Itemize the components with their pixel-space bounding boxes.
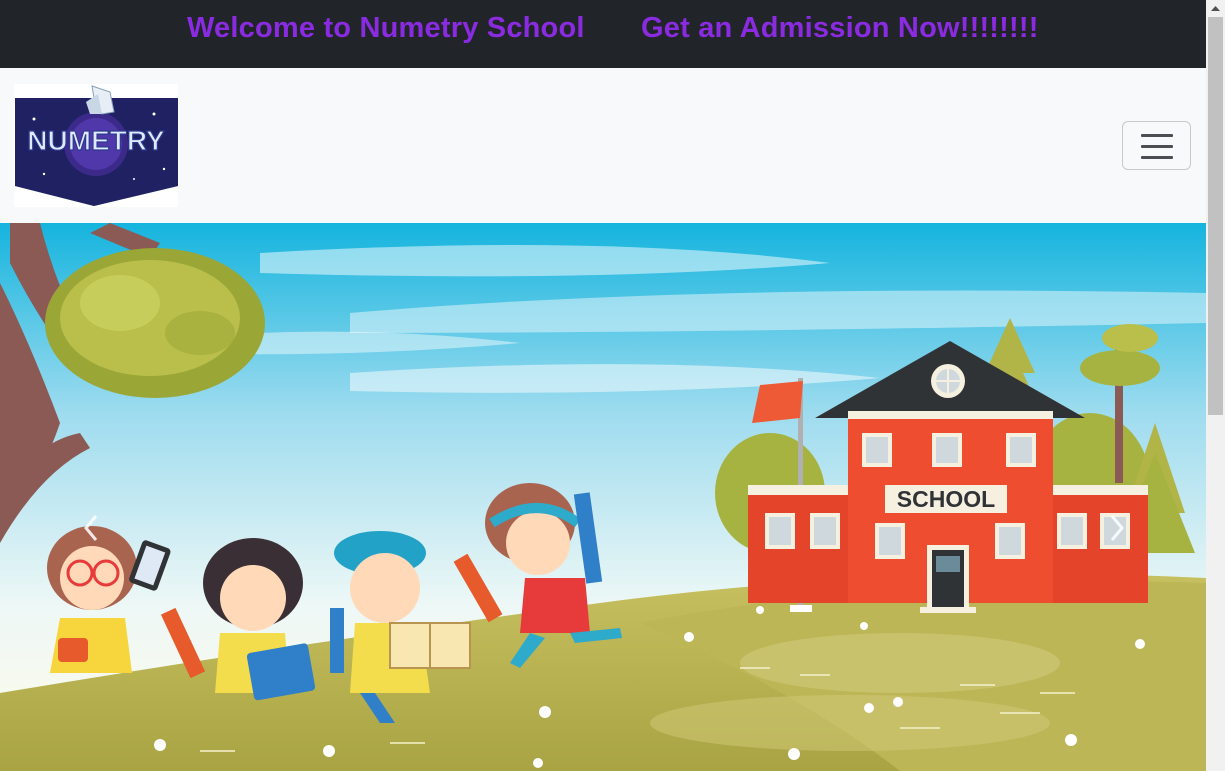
page: Welcome to Numetry School Get an Admissi…: [0, 0, 1225, 771]
welcome-message: Welcome to Numetry School: [187, 12, 585, 44]
navbar: NUMETRY: [0, 68, 1206, 223]
chevron-right-icon: [1110, 515, 1124, 541]
announcement-bar: Welcome to Numetry School Get an Admissi…: [0, 0, 1206, 68]
hamburger-menu-icon: [1141, 134, 1173, 137]
hero-carousel: SCHOOL: [0, 223, 1206, 771]
navbar-toggler-button[interactable]: [1122, 121, 1191, 170]
page-scrollbar[interactable]: [1206, 0, 1225, 771]
admission-message: Get an Admission Now!!!!!!!!: [641, 12, 1039, 44]
numetry-logo[interactable]: NUMETRY: [14, 84, 178, 207]
hero-illustration: SCHOOL: [0, 223, 1206, 771]
chevron-left-icon: [84, 515, 98, 541]
scroll-up-arrow-icon[interactable]: [1206, 0, 1225, 17]
carousel-next-button[interactable]: [1096, 508, 1136, 548]
logo-wordmark: NUMETRY: [27, 125, 165, 156]
scrollbar-thumb[interactable]: [1208, 17, 1223, 415]
carousel-prev-button[interactable]: [72, 508, 112, 548]
school-sign: SCHOOL: [897, 486, 995, 512]
